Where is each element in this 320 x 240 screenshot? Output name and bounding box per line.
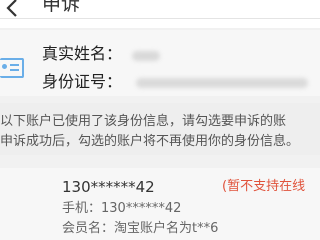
account-member-name: 会员名：淘宝账户名为t**6 — [62, 221, 219, 236]
page-title: 申诉 — [42, 0, 81, 15]
appeal-screen: 申诉 真实姓名： 身份证号： 以下账户已使用了该身份信息，请勾选要申诉的账 申诉… — [0, 0, 320, 240]
notice-line-2: 申诉成功后，勾选的账户将不再使用你的身份信息。 — [0, 134, 300, 149]
real-name-label: 真实姓名： — [42, 44, 123, 63]
header-divider — [0, 18, 320, 19]
account-number: 130******42 — [62, 178, 155, 196]
id-number-value-redacted — [136, 78, 308, 88]
id-number-label: 身份证号： — [42, 72, 123, 91]
identity-info-card: 真实姓名： 身份证号： — [0, 30, 320, 96]
real-name-value-redacted — [132, 51, 160, 61]
id-card-icon — [0, 58, 24, 78]
top-app-bar: 申诉 — [0, 0, 320, 28]
status-badge: (暂不支持在线 — [222, 179, 306, 194]
notice-section: 以下账户已使用了该身份信息，请勾选要申诉的账 申诉成功后，勾选的账户将不再使用你… — [0, 103, 320, 155]
back-button[interactable] — [2, 0, 28, 26]
chevron-left-icon — [6, 0, 17, 17]
account-phone: 手机：130******42 — [62, 201, 182, 216]
account-list-item[interactable]: 130******42 (暂不支持在线 手机：130******42 会员名：淘… — [0, 168, 320, 240]
notice-line-1: 以下账户已使用了该身份信息，请勾选要申诉的账 — [0, 114, 287, 129]
